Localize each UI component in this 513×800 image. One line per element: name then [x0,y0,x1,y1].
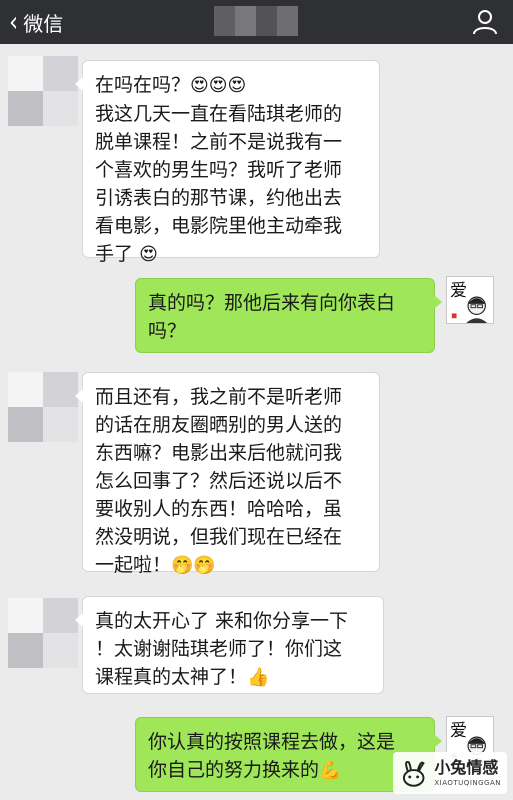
message-line: 引诱表白的那节课，约他出去 [95,187,343,209]
message-line: 看电影，电影院里他主动牵我 [95,215,343,237]
message-line: 在吗在吗？😍😍😍 [95,71,367,100]
heart-eyes-emoji-icon: 😍😍😍 [190,75,247,96]
message-bubble-incoming[interactable]: 而且还有，我之前不是听老师 的话在朋友圈晒别的男人送的 东西嘛？电影出来后他就问… [75,372,380,576]
message-bubble-outgoing[interactable]: 你认真的按照课程去做，这是 你自己的努力换来的💪 [135,717,442,792]
message-line: 真的太开心了 来和你分享一下 [95,610,349,632]
contact-avatar[interactable] [8,598,78,668]
flexed-biceps-emoji-icon: 💪 [319,760,342,781]
back-button[interactable]: ‹ 微信 [8,6,63,38]
message-line: 脱单课程！之前不是说我有一 [95,131,343,153]
svg-text:爱: 爱 [450,281,467,301]
message-line: 一起啦！🤭🤭 [95,551,367,580]
giggle-emoji-icon: 🤭🤭 [171,555,216,576]
my-avatar[interactable]: 爱 [446,276,494,324]
message-bubble-incoming[interactable]: 真的太开心了 来和你分享一下 ！太谢谢陆琪老师了！你们这 课程真的太神了！👍 [75,596,384,694]
message-line: ！太谢谢陆琪老师了！你们这 [95,638,343,660]
contact-avatar[interactable] [8,56,78,126]
message-line: 东西嘛？电影出来后他就问我 [95,442,343,464]
chat-title-blurred [214,6,298,36]
watermark: 小兔情感 XIAOTUQINGGAN [393,752,507,794]
message-line: 怎么回事了？然后还说以后不 [95,470,343,492]
contact-avatar[interactable] [8,372,78,442]
message-line: 课程真的太神了！👍 [95,663,371,692]
message-line: 要收别人的东西！哈哈哈，虽 [95,498,343,520]
message-line: 手了 😍 [95,240,367,269]
message-line: 的话在朋友圈晒别的男人送的 [95,414,343,436]
svg-text:爱: 爱 [450,721,467,741]
message-line: 你自己的努力换来的💪 [148,756,422,785]
watermark-title: 小兔情感 [434,758,499,777]
message-bubble-outgoing[interactable]: 真的吗？那他后来有向你表白 吗？ [135,278,442,353]
person-icon[interactable] [471,8,499,36]
message-line: 然没明说，但我们现在已经在 [95,526,343,548]
message-bubble-incoming[interactable]: 在吗在吗？😍😍😍 我这几天一直在看陆琪老师的 脱单课程！之前不是说我有一 个喜欢… [75,60,380,265]
heart-eyes-emoji-icon: 😍 [139,244,158,265]
back-label: 微信 [23,11,64,36]
navigation-bar: ‹ 微信 [0,0,513,44]
message-line: 个喜欢的男生吗？我听了老师 [95,159,343,181]
rabbit-logo-icon [402,760,425,787]
message-line: 你认真的按照课程去做，这是 [148,731,396,753]
message-line: 真的吗？那他后来有向你表白 [148,292,396,314]
thumbs-up-emoji-icon: 👍 [247,667,270,688]
watermark-subtitle: XIAOTUQINGGAN [434,779,501,787]
chevron-left-icon: ‹ [9,5,19,38]
message-line: 而且还有，我之前不是听老师 [95,386,343,408]
message-line: 我这几天一直在看陆琪老师的 [95,103,343,125]
message-line: 吗？ [148,320,187,342]
